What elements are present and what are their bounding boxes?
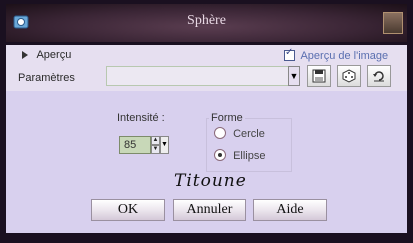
radio-selected-icon [214,149,226,162]
title-bar[interactable]: Sphère [6,4,407,42]
check-icon [284,47,295,61]
dice-icon [342,69,356,83]
save-preset-button[interactable] [307,65,331,87]
radio-ellipse-label: Ellipse [233,150,266,162]
apercu-label: Aperçu [36,49,72,61]
apercu-image-label: Aperçu de l'image [300,50,389,62]
random-button[interactable] [337,65,361,87]
radio-ellipse[interactable]: Ellipse [214,149,266,162]
window-title: Sphère [187,13,226,28]
intensite-stepper[interactable]: 85 ▲ ▼ ▼ [119,136,169,154]
forme-label: Forme [209,112,245,124]
aide-button[interactable]: Aide [253,199,327,221]
ok-button[interactable]: OK [91,199,165,221]
annuler-button[interactable]: Annuler [173,199,246,221]
stepper-menu-icon[interactable]: ▼ [160,136,169,154]
radio-cercle[interactable]: Cercle [214,127,265,140]
signature: Titoune [174,171,247,191]
apercu-image-checkbox[interactable]: Aperçu de l'image [284,47,389,62]
window-menu-button[interactable] [383,12,403,34]
radio-cercle-label: Cercle [233,128,265,140]
forme-group [206,118,292,172]
preset-toolbar: Aperçu Aperçu de l'image Paramètres ▼ [6,45,407,91]
reset-icon [373,71,384,82]
expand-arrow-icon [22,51,28,60]
dialog-window: Sphère Aperçu Aperçu de l'image Paramètr… [0,0,413,243]
stepper-up-icon[interactable]: ▲ [151,136,160,145]
intensite-input[interactable]: 85 [119,136,151,154]
reset-button[interactable] [367,65,391,87]
preset-select[interactable] [106,66,299,86]
intensite-label: Intensité : [117,112,165,124]
parametres-label: Paramètres [18,72,75,84]
stepper-down-icon[interactable]: ▼ [151,145,160,154]
chevron-down-icon[interactable]: ▼ [288,66,300,86]
apercu-toggle[interactable]: Aperçu [22,49,71,61]
settings-panel: Intensité : 85 ▲ ▼ ▼ Forme Cercle Ellips… [6,91,407,233]
radio-icon [214,127,226,140]
floppy-icon [312,69,326,83]
